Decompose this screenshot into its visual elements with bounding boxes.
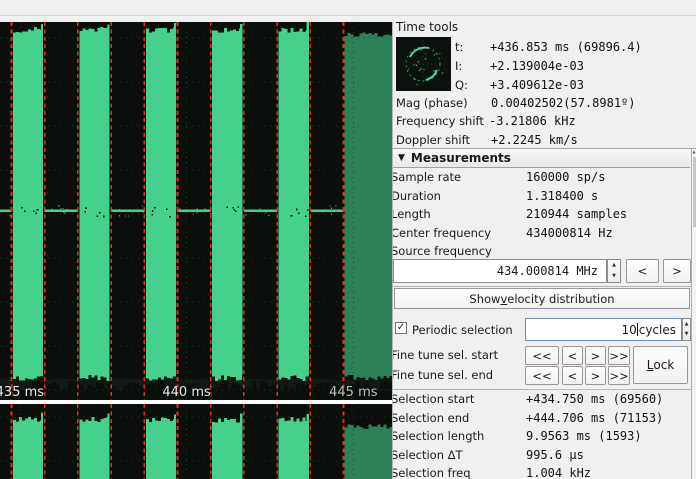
frequency-shift-label: Frequency shift (396, 114, 484, 128)
fine-end-back-button[interactable]: < (562, 366, 583, 385)
doppler-shift-label: Doppler shift (396, 133, 470, 147)
fine-end-forward-button[interactable]: > (585, 366, 606, 385)
collapse-arrow-icon: ▼ (398, 153, 405, 163)
cycles-spinner[interactable]: ▲ ▼ (682, 318, 691, 341)
cycles-input[interactable]: 10 cycles (525, 318, 682, 341)
checkmark-icon: ✓ (397, 323, 405, 333)
duration-label: Duration (393, 189, 441, 203)
fine-tune-start-label: Fine tune sel. start (393, 348, 498, 362)
velocity-button-text: Show (469, 292, 500, 306)
mag-phase-value: 0.00402502(57.8981º) (491, 96, 636, 110)
selection-end-value: +444.706 ms (71153) (526, 411, 663, 425)
source-frequency-input-value: 434.000814 MHz (497, 264, 598, 278)
sample-rate-value: 160000 sp/s (526, 170, 605, 184)
cursor-i-label: I: (455, 59, 462, 73)
selection-delta-t-label: Selection ΔT (393, 448, 463, 462)
cursor-t-value: +436.853 ms (69896.4) (490, 40, 642, 54)
frequency-shift-value: -3.21806 kHz (489, 114, 576, 128)
lock-button[interactable]: Lock (633, 346, 688, 384)
selection-length-label: Selection length (393, 429, 484, 443)
lock-button-text: ock (653, 358, 674, 372)
fine-end-fast-forward-button[interactable]: >> (608, 366, 630, 385)
spin-up-icon[interactable]: ▲ (608, 260, 620, 271)
cursor-q-label: Q: (455, 78, 468, 92)
panel-scrollbar[interactable]: ▲ (691, 149, 696, 479)
cycles-value: 10 (621, 323, 636, 337)
fine-tune-end-label: Fine tune sel. end (393, 368, 493, 382)
periodic-selection-label: Periodic selection (412, 323, 513, 337)
frequency-next-button[interactable]: > (663, 259, 691, 283)
separator-line (393, 286, 691, 287)
selection-start-label: Selection start (393, 392, 474, 406)
periodic-selection-checkbox[interactable]: ✓ (395, 322, 407, 334)
fine-start-forward-button[interactable]: > (585, 346, 606, 365)
selection-end-label: Selection end (393, 411, 469, 425)
source-frequency-input[interactable]: 434.000814 MHz (393, 259, 607, 283)
selection-start-value: +434.750 ms (69560) (526, 392, 663, 406)
measurements-header-label: Measurements (411, 151, 511, 165)
center-frequency-label: Center frequency (393, 226, 491, 240)
iq-constellation-icon (396, 37, 451, 91)
selection-delta-t-value: 995.6 µs (526, 448, 584, 462)
duration-value: 1.318400 s (526, 189, 598, 203)
velocity-button-accel: v (500, 292, 507, 306)
fine-start-back-button[interactable]: < (562, 346, 583, 365)
time-tools-title: Time tools (396, 20, 458, 34)
spin-down-icon[interactable]: ▼ (608, 271, 620, 282)
length-label: Length (393, 207, 431, 221)
lock-button-accel: L (647, 358, 654, 372)
sample-rate-label: Sample rate (393, 170, 461, 184)
selection-length-value: 9.9563 ms (1593) (526, 429, 642, 443)
fine-start-fast-back-button[interactable]: << (525, 346, 559, 365)
source-frequency-label: Source frequency (393, 244, 492, 258)
time-window: 435 ms435 ms440 ms440 ms445 ms445 ms Tim… (0, 0, 696, 479)
secondary-waveform[interactable] (0, 404, 392, 479)
svg-text:435 ms: 435 ms (0, 385, 44, 400)
spin-down-icon[interactable]: ▼ (683, 330, 690, 341)
cursor-q-value: +3.409612e-03 (490, 78, 584, 92)
selection-freq-label: Selection freq (393, 466, 471, 479)
measurements-panel: Time tools t: +436.853 ms (69896.4) I: +… (393, 0, 696, 479)
frequency-spinner[interactable]: ▲ ▼ (607, 259, 621, 283)
cursor-t-label: t: (455, 40, 463, 54)
main-waveform[interactable]: 435 ms435 ms440 ms440 ms445 ms445 ms (0, 22, 392, 400)
doppler-shift-value: +2.2245 km/s (491, 133, 578, 147)
selection-freq-value: 1.004 kHz (526, 466, 591, 479)
cycles-suffix: cycles (639, 323, 676, 337)
spin-up-icon[interactable]: ▲ (683, 319, 690, 330)
scroll-up-icon[interactable]: ▲ (692, 149, 696, 155)
fine-start-fast-forward-button[interactable]: >> (608, 346, 630, 365)
text-cursor (637, 323, 638, 336)
mag-phase-label: Mag (phase) (396, 96, 468, 110)
frequency-prev-button[interactable]: < (626, 259, 659, 283)
svg-text:445 ms: 445 ms (329, 385, 378, 400)
fine-end-fast-back-button[interactable]: << (525, 366, 559, 385)
separator-line (393, 389, 691, 390)
show-velocity-distribution-button[interactable]: Show velocity distribution (394, 288, 690, 309)
cursor-i-value: +2.139004e-03 (490, 59, 584, 73)
center-frequency-value: 434000814 Hz (526, 226, 613, 240)
svg-text:440 ms: 440 ms (162, 385, 211, 400)
measurements-header[interactable]: ▼ Measurements (393, 149, 690, 168)
velocity-button-text: elocity distribution (507, 292, 614, 306)
length-value: 210944 samples (526, 207, 627, 221)
scrollbar-thumb[interactable] (693, 157, 696, 227)
